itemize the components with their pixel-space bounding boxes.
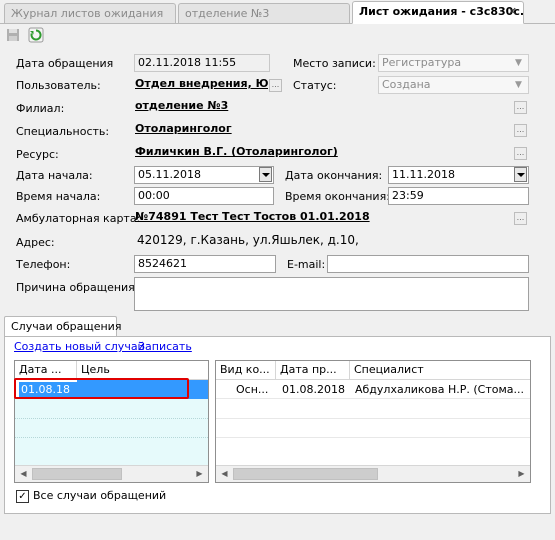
specialty-ellipsis-button[interactable]: ... [514,124,527,137]
grid-line [15,418,208,419]
resource-ellipsis-button[interactable]: ... [514,147,527,160]
close-tab-icon[interactable]: ✕ [508,5,517,18]
horizontal-scrollbar[interactable]: ◀ ▶ [15,465,208,482]
address-label: Адрес: [16,236,55,249]
user-ellipsis-button[interactable]: ... [269,79,282,92]
email-label: E-mail: [287,258,326,271]
column-header-visit-date[interactable]: Дата пр... [276,361,350,380]
tab-waiting-list-journal[interactable]: Журнал листов ожидания [4,3,176,23]
highlight-box [14,378,189,399]
resource-label: Ресурс: [16,148,59,161]
address-field: 420129, г.Казань, ул.Яшьлек, д.10, [134,231,529,252]
tab-cases[interactable]: Случаи обращения [4,316,121,337]
grid-line [216,437,530,438]
user-field: Отдел внедрения, Юл [135,77,268,90]
place-value: Регистратура [382,56,462,69]
start-time-label: Время начала: [16,190,101,203]
card-label: Амбулаторная карта: [16,212,141,225]
status-label: Статус: [293,79,337,92]
tab-label: Журнал листов ожидания [11,7,164,20]
branch-ellipsis-button[interactable]: ... [514,101,527,114]
card-ellipsis-button[interactable]: ... [514,212,527,225]
card-field: №74891 Тест Тест Тостов 01.01.2018 [135,210,370,223]
table-cell-visit-date: 01.08.2018 [282,383,345,396]
chevron-down-icon: ▼ [515,58,522,68]
column-header-visit-type[interactable]: Вид ко... [216,361,276,380]
document-tab-bar: Журнал листов ожидания отделение №3 Лист… [0,0,555,24]
branch-label: Филиал: [16,102,65,115]
resource-field: Филичкин В.Г. (Отоларинголог) [135,145,338,158]
grid-line [15,437,208,438]
toolbar [0,24,555,48]
all-cases-label: Все случаи обращений [33,489,167,502]
scroll-left-icon[interactable]: ◀ [216,466,233,482]
start-date-label: Дата начала: [16,169,93,182]
reason-textarea[interactable] [134,277,529,311]
table-cell-visit-type: Осн... [236,383,269,396]
scroll-right-icon[interactable]: ▶ [191,466,208,482]
end-time-label: Время окончания: [285,190,390,203]
phone-input[interactable]: 8524621 [134,255,276,273]
start-date-value: 05.11.2018 [138,168,201,181]
branch-field: отделение №3 [135,99,229,112]
floppy-disk-icon[interactable] [6,28,20,42]
status-select[interactable]: Создана ▼ [378,76,529,94]
tab-label: отделение №3 [185,7,270,20]
tab-waiting-list-sheet[interactable]: Лист ожидания - c3c830c... ✕ [352,1,524,24]
end-time-input[interactable]: 23:59 [388,187,529,205]
start-time-input[interactable]: 00:00 [134,187,274,205]
chevron-down-icon: ▼ [515,80,522,90]
start-date-dropdown-icon[interactable] [259,167,272,182]
end-date-input[interactable]: 11.11.2018 [388,166,529,184]
reason-label: Причина обращения: [16,281,139,294]
date-label: Дата обращения [16,57,114,70]
scroll-left-icon[interactable]: ◀ [15,466,32,482]
end-date-label: Дата окончания: [285,169,383,182]
end-date-dropdown-icon[interactable] [514,167,527,182]
scroll-right-icon[interactable]: ▶ [513,466,530,482]
refresh-icon[interactable] [28,27,44,43]
all-cases-checkbox[interactable]: ✓ [16,490,29,503]
start-time-value: 00:00 [138,189,170,202]
specialty-label: Специальность: [16,125,110,138]
place-select[interactable]: Регистратура ▼ [378,54,529,72]
scroll-thumb[interactable] [32,468,122,480]
table-row[interactable]: Осн... 01.08.2018 Абдулхаликова Н.Р. (Ст… [216,380,530,399]
place-label: Место записи: [293,57,376,70]
create-case-link[interactable]: Создать новый случай [14,340,145,353]
end-time-value: 23:59 [392,189,424,202]
specialty-field: Отоларинголог [135,122,232,135]
phone-label: Телефон: [16,258,71,271]
table-cell-specialist: Абдулхаликова Н.Р. (Стома... [355,383,525,396]
email-input[interactable] [327,255,529,273]
horizontal-scrollbar[interactable]: ◀ ▶ [216,465,530,482]
user-label: Пользователь: [16,79,101,92]
tab-cases-label: Случаи обращения [11,320,122,333]
cases-right-grid: Вид ко... Дата пр... Специалист Осн... 0… [215,360,531,483]
record-link[interactable]: Записать [138,340,192,353]
phone-value: 8524621 [138,257,187,270]
tab-label: Лист ожидания - c3c830c... [359,5,524,18]
tab-department-3[interactable]: отделение №3 [178,3,350,23]
status-value: Создана [382,78,431,91]
grid-line [216,418,530,419]
column-header-specialist[interactable]: Специалист [350,361,530,380]
start-date-input[interactable]: 05.11.2018 [134,166,274,184]
scroll-thumb[interactable] [233,468,378,480]
end-date-value: 11.11.2018 [392,168,455,181]
date-field: 02.11.2018 11:55 [134,54,270,72]
